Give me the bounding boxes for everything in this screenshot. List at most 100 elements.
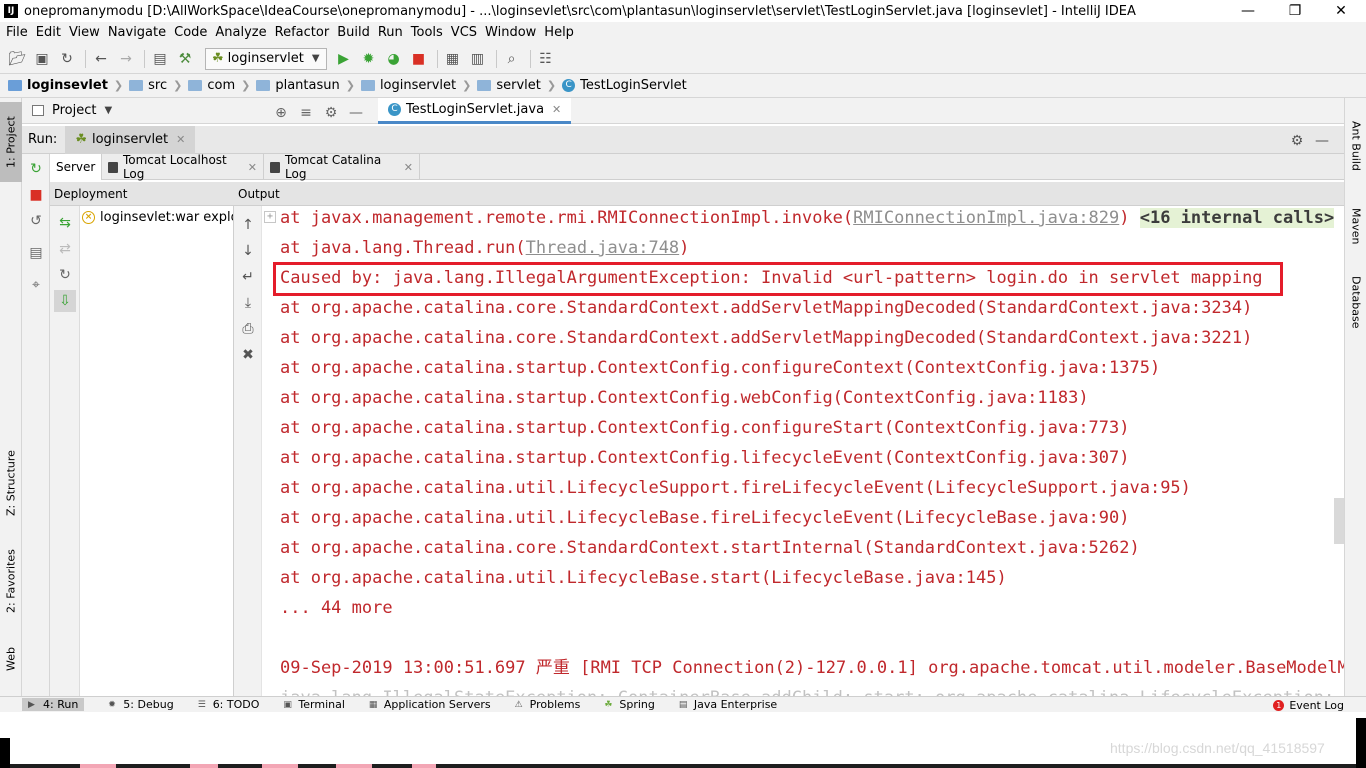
search-icon[interactable]: ⌕: [501, 48, 523, 70]
tool-tab-terminal[interactable]: ▣ Terminal: [283, 698, 345, 711]
refresh-icon[interactable]: ↻: [54, 264, 76, 286]
print-icon[interactable]: ⎙: [237, 318, 259, 340]
close-button[interactable]: ✕: [1318, 0, 1364, 22]
menu-window[interactable]: Window: [481, 22, 540, 44]
soft-wrap-icon[interactable]: ↵: [237, 266, 259, 288]
project-structure-icon[interactable]: ▦: [442, 48, 464, 70]
tab-testloginservlet[interactable]: C TestLoginServlet.java ✕: [378, 98, 572, 124]
minimize-panel-icon[interactable]: —: [345, 102, 367, 124]
tool-tab-web[interactable]: Web: [0, 634, 22, 684]
tasks-icon[interactable]: ☷: [535, 48, 557, 70]
tool-tab-application-servers[interactable]: ▦ Application Servers: [369, 698, 491, 711]
rerun-icon[interactable]: ↻: [25, 158, 47, 180]
layout-icon[interactable]: ▤: [25, 242, 47, 264]
menu-code[interactable]: Code: [170, 22, 211, 44]
coverage-icon[interactable]: ◕: [383, 48, 405, 70]
tool-tab-favorites[interactable]: 2: Favorites: [0, 538, 22, 624]
gear-icon[interactable]: ⚙: [1286, 130, 1308, 152]
stop-icon[interactable]: ■: [408, 48, 430, 70]
breadcrumb-servlet[interactable]: servlet: [477, 78, 541, 93]
undeploy-icon[interactable]: ⇄: [54, 238, 76, 260]
tool-tab-todo[interactable]: ☰ 6: TODO: [198, 698, 260, 711]
debug-bug-icon[interactable]: ✹: [358, 48, 380, 70]
deployment-item[interactable]: × loginsevlet:war exploded: [82, 210, 233, 225]
close-tab-icon[interactable]: ✕: [552, 103, 561, 116]
close-tab-icon[interactable]: ✕: [404, 161, 413, 174]
menu-tools[interactable]: Tools: [407, 22, 447, 44]
scroll-to-end-icon[interactable]: ⤓: [237, 292, 259, 314]
maximize-button[interactable]: ❐: [1272, 0, 1318, 22]
locate-target-icon[interactable]: ⊕: [270, 102, 292, 124]
breadcrumb-src[interactable]: src: [129, 78, 167, 93]
menu-run[interactable]: Run: [374, 22, 407, 44]
error-highlight-box: [273, 262, 1283, 296]
forward-arrow-icon[interactable]: →: [115, 48, 137, 70]
event-log-button[interactable]: 1 Event Log: [1273, 697, 1344, 712]
log-icon: [108, 161, 118, 173]
run-icon[interactable]: ▶: [333, 48, 355, 70]
collapse-all-icon[interactable]: ≡: [295, 102, 317, 124]
breadcrumb-plantasun[interactable]: plantasun: [256, 78, 340, 93]
tool-tab-structure[interactable]: Z: Structure: [0, 438, 22, 528]
toolbar-separator: [144, 49, 145, 68]
project-view-selector[interactable]: Project ▼: [32, 103, 112, 118]
menu-vcs[interactable]: VCS: [447, 22, 481, 44]
tool-tab-debug[interactable]: ✹ 5: Debug: [108, 698, 173, 711]
breadcrumb-class[interactable]: C TestLoginServlet: [562, 78, 687, 93]
tool-tab-run[interactable]: ▶ 4: Run: [22, 698, 85, 711]
redeploy-icon[interactable]: ⇩: [54, 290, 76, 312]
tool-tab-spring[interactable]: ☘ Spring: [604, 698, 655, 711]
server-subtab-bar: Server Tomcat Localhost Log ✕ Tomcat Cat…: [50, 153, 1344, 181]
class-icon: C: [562, 79, 576, 92]
console-line: at org.apache.catalina.startup.ContextCo…: [280, 358, 1161, 378]
arrow-up-icon[interactable]: ↑: [237, 214, 259, 236]
toolbar-separator: [85, 49, 86, 68]
structure-icon[interactable]: ▤: [149, 48, 171, 70]
tool-tab-project[interactable]: 1: Project: [0, 102, 22, 182]
tab-server[interactable]: Server: [50, 154, 102, 180]
sdk-manager-icon[interactable]: ▥: [467, 48, 489, 70]
internal-calls-fold[interactable]: <16 internal calls>: [1139, 208, 1335, 228]
pin-icon[interactable]: ⌖: [25, 274, 47, 296]
fold-expand-icon[interactable]: +: [264, 211, 276, 223]
breadcrumb-com[interactable]: com: [188, 78, 235, 93]
right-tool-strip: Ant Build Maven Database: [1344, 98, 1366, 698]
menu-file[interactable]: File: [2, 22, 32, 44]
tool-tab-problems[interactable]: ⚠ Problems: [515, 698, 581, 711]
trash-icon[interactable]: ✖: [237, 344, 259, 366]
build-hammer-icon[interactable]: ⚒: [174, 48, 196, 70]
save-all-icon[interactable]: ▣: [31, 48, 53, 70]
breadcrumb-loginservlet[interactable]: loginservlet: [360, 78, 456, 93]
breadcrumb-module[interactable]: loginsevlet: [8, 78, 108, 93]
menu-help[interactable]: Help: [540, 22, 578, 44]
update-app-icon[interactable]: ↺: [25, 210, 47, 232]
deploy-icon[interactable]: ⇆: [54, 212, 76, 234]
tool-tab-maven[interactable]: Maven: [1345, 196, 1366, 256]
arrow-down-icon[interactable]: ↓: [237, 240, 259, 262]
run-configuration-selector[interactable]: ☘ loginservlet ▼: [205, 47, 327, 70]
close-tab-icon[interactable]: ✕: [248, 161, 257, 174]
minimize-panel-icon[interactable]: —: [1311, 130, 1333, 152]
tab-tomcat-catalina-log[interactable]: Tomcat Catalina Log ✕: [264, 153, 420, 181]
tab-tomcat-localhost-log[interactable]: Tomcat Localhost Log ✕: [102, 153, 264, 181]
minimize-button[interactable]: —: [1225, 0, 1271, 22]
open-folder-icon[interactable]: 📂︎: [6, 48, 28, 70]
tool-tab-ant-build[interactable]: Ant Build: [1345, 106, 1366, 186]
menu-build[interactable]: Build: [333, 22, 374, 44]
source-link[interactable]: Thread.java:748: [526, 238, 680, 258]
menu-refactor[interactable]: Refactor: [271, 22, 334, 44]
run-config-tab[interactable]: ☘ loginservlet ✕: [65, 125, 196, 154]
sync-icon[interactable]: ↻: [56, 48, 78, 70]
gear-icon[interactable]: ⚙: [320, 102, 342, 124]
back-arrow-icon[interactable]: ←: [90, 48, 112, 70]
menu-edit[interactable]: Edit: [32, 22, 65, 44]
menu-analyze[interactable]: Analyze: [211, 22, 270, 44]
menu-navigate[interactable]: Navigate: [104, 22, 170, 44]
tool-tab-java-enterprise[interactable]: ▤ Java Enterprise: [679, 698, 777, 711]
close-tab-icon[interactable]: ✕: [176, 133, 185, 146]
menu-view[interactable]: View: [65, 22, 104, 44]
stop-icon[interactable]: ■: [25, 184, 47, 206]
tool-tab-database[interactable]: Database: [1345, 266, 1366, 338]
source-link[interactable]: RMIConnectionImpl.java:829: [853, 208, 1119, 228]
console-scrollbar[interactable]: [1334, 498, 1344, 544]
